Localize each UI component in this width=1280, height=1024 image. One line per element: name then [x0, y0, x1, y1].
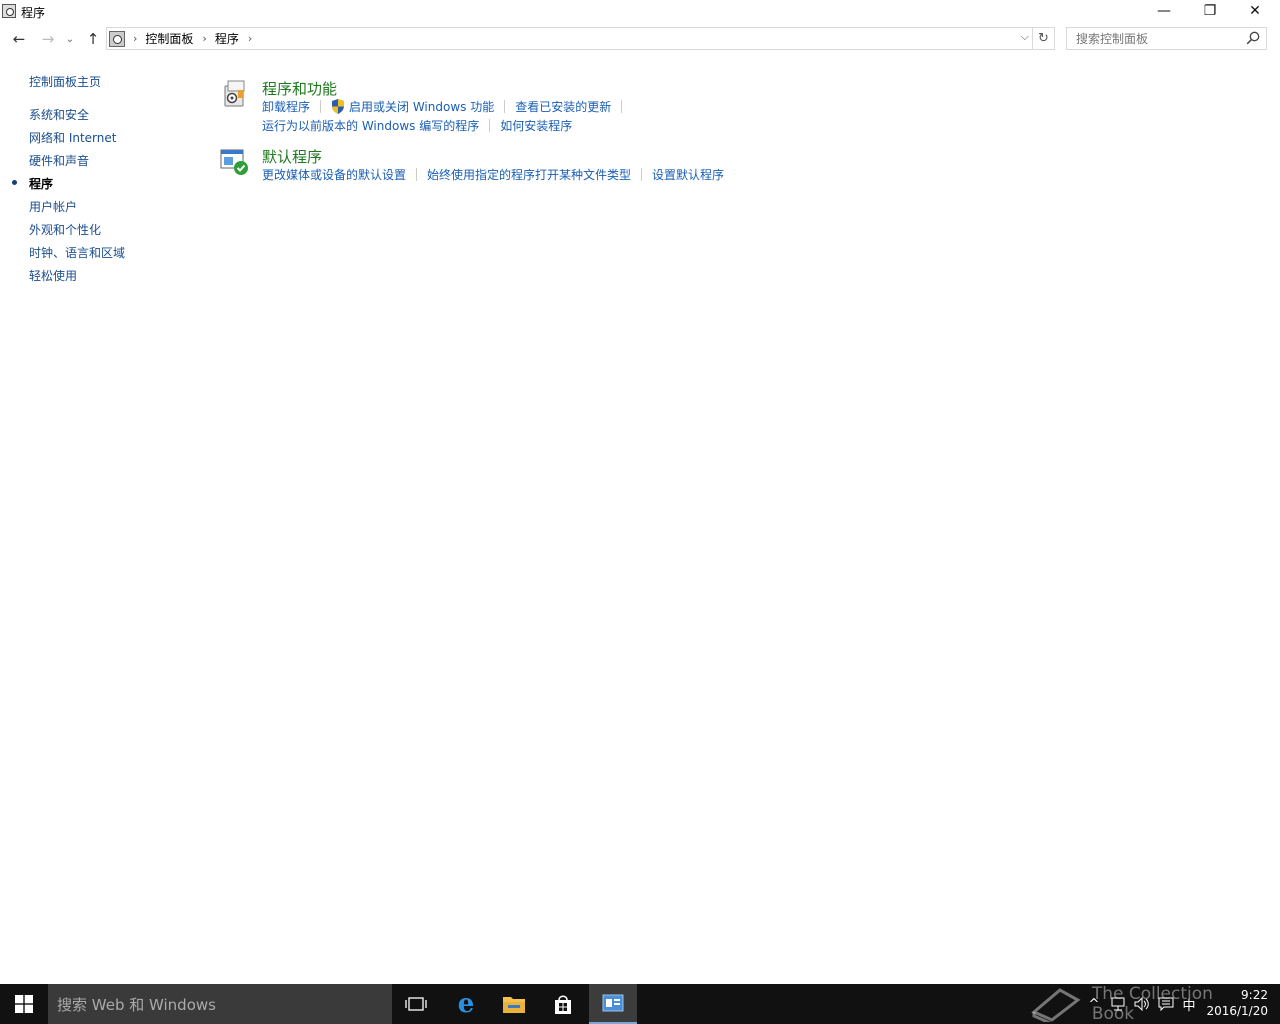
title-bar: 程序 — ❐ ✕ — [0, 0, 1280, 24]
active-bullet-icon — [12, 180, 17, 185]
forward-button[interactable]: → — [37, 28, 59, 50]
breadcrumb-programs[interactable]: 程序 — [215, 30, 239, 47]
uac-shield-icon — [332, 99, 345, 114]
divider — [621, 100, 623, 113]
ime-indicator[interactable]: 中 — [1180, 984, 1198, 1024]
file-explorer-icon — [503, 997, 525, 1013]
sidebar-item-user-accounts[interactable]: 用户帐户 — [29, 198, 77, 215]
sidebar-item-hardware-sound[interactable]: 硬件和声音 — [29, 152, 89, 169]
compatibility-link[interactable]: 运行为以前版本的 Windows 编写的程序 — [262, 117, 479, 134]
chevron-up-icon: ^ — [1088, 996, 1100, 1012]
control-panel-icon — [602, 994, 624, 1012]
breadcrumb-control-panel[interactable]: 控制面板 — [145, 30, 193, 47]
set-default-programs-link[interactable]: 设置默认程序 — [652, 166, 724, 183]
chevron-right-icon[interactable]: › — [202, 32, 206, 45]
sidebar-item-home[interactable]: 控制面板主页 — [29, 73, 101, 90]
sidebar-item-programs[interactable]: 程序 — [29, 175, 53, 192]
installed-updates-link[interactable]: 查看已安装的更新 — [515, 98, 611, 115]
taskbar-search-text: 搜索 Web 和 Windows — [57, 995, 216, 1014]
default-programs-links-row: 更改媒体或设备的默认设置 始终使用指定的程序打开某种文件类型 设置默认程序 — [262, 166, 724, 183]
control-panel-taskbar-button[interactable] — [589, 984, 637, 1024]
control-panel-icon — [109, 30, 125, 47]
control-panel-window: 程序 — ❐ ✕ ← → ⌄ ↑ › 控制面板 › 程序 › ⌵ ↻ 控制面板主 — [0, 0, 1280, 984]
divider — [489, 119, 491, 132]
windows-features-link[interactable]: 启用或关闭 Windows 功能 — [349, 98, 494, 115]
taskbar: 搜索 Web 和 Windows e The Collection Book ^… — [0, 984, 1280, 1024]
windows-logo-icon — [15, 995, 33, 1013]
default-programs-title[interactable]: 默认程序 — [262, 146, 322, 167]
chevron-right-icon[interactable]: › — [248, 32, 252, 45]
start-button[interactable] — [0, 984, 48, 1024]
divider — [416, 168, 418, 181]
minimize-button[interactable]: — — [1141, 0, 1187, 22]
up-button[interactable]: ↑ — [82, 28, 104, 50]
network-tray-button[interactable] — [1107, 984, 1129, 1024]
store-taskbar-button[interactable] — [539, 984, 587, 1024]
taskbar-search-box[interactable]: 搜索 Web 和 Windows — [48, 984, 392, 1024]
default-programs-icon[interactable] — [220, 146, 250, 176]
divider — [641, 168, 643, 181]
sidebar-item-network-internet[interactable]: 网络和 Internet — [29, 129, 116, 146]
task-view-icon — [405, 997, 427, 1011]
programs-features-title[interactable]: 程序和功能 — [262, 78, 337, 99]
edge-icon: e — [457, 989, 475, 1019]
back-button[interactable]: ← — [8, 28, 30, 50]
sidebar-item-appearance[interactable]: 外观和个性化 — [29, 221, 101, 238]
chevron-down-icon[interactable]: ⌵ — [1021, 30, 1029, 44]
search-input[interactable] — [1067, 28, 1237, 49]
navigation-bar: ← → ⌄ ↑ › 控制面板 › 程序 › ⌵ ↻ — [0, 26, 1280, 52]
close-button[interactable]: ✕ — [1232, 0, 1278, 22]
address-bar[interactable]: › 控制面板 › 程序 › ⌵ — [106, 27, 1033, 50]
edge-taskbar-button[interactable]: e — [442, 984, 490, 1024]
store-icon — [555, 995, 571, 1014]
divider — [504, 100, 506, 113]
sidebar-item-system-security[interactable]: 系统和安全 — [29, 106, 89, 123]
how-to-install-link[interactable]: 如何安装程序 — [500, 117, 572, 134]
clock[interactable]: 9:22 2016/1/20 — [1206, 987, 1268, 1019]
action-center-button[interactable] — [1155, 984, 1177, 1024]
autoplay-settings-link[interactable]: 更改媒体或设备的默认设置 — [262, 166, 406, 183]
maximize-button[interactable]: ❐ — [1187, 0, 1233, 22]
search-box[interactable] — [1066, 27, 1267, 50]
programs-features-icon[interactable] — [220, 78, 250, 108]
clock-time: 9:22 — [1241, 988, 1268, 1002]
clock-date: 2016/1/20 — [1206, 1004, 1268, 1018]
action-center-icon — [1158, 997, 1174, 1011]
sidebar-item-clock-region[interactable]: 时钟、语言和区域 — [29, 244, 125, 261]
programs-features-links-row-1: 卸载程序 启用或关闭 Windows 功能 查看已安装的更新 — [262, 98, 632, 115]
refresh-button[interactable]: ↻ — [1033, 27, 1055, 50]
file-explorer-taskbar-button[interactable] — [490, 984, 538, 1024]
search-icon[interactable] — [1246, 31, 1260, 45]
chevron-right-icon[interactable]: › — [133, 32, 137, 45]
volume-tray-button[interactable] — [1131, 984, 1153, 1024]
programs-features-links-row-2: 运行为以前版本的 Windows 编写的程序 如何安装程序 — [262, 117, 572, 134]
sidebar-item-ease-of-access[interactable]: 轻松使用 — [29, 267, 77, 284]
recent-locations-button[interactable]: ⌄ — [62, 28, 78, 50]
task-view-button[interactable] — [392, 984, 440, 1024]
network-icon — [1111, 997, 1125, 1011]
file-association-link[interactable]: 始终使用指定的程序打开某种文件类型 — [427, 166, 631, 183]
window-title: 程序 — [21, 6, 46, 20]
control-panel-icon — [2, 4, 16, 18]
book-logo-icon — [1031, 988, 1081, 1022]
volume-icon — [1134, 997, 1149, 1011]
show-hidden-icons-button[interactable]: ^ — [1086, 984, 1102, 1024]
divider — [320, 100, 322, 113]
uninstall-program-link[interactable]: 卸载程序 — [262, 98, 310, 115]
